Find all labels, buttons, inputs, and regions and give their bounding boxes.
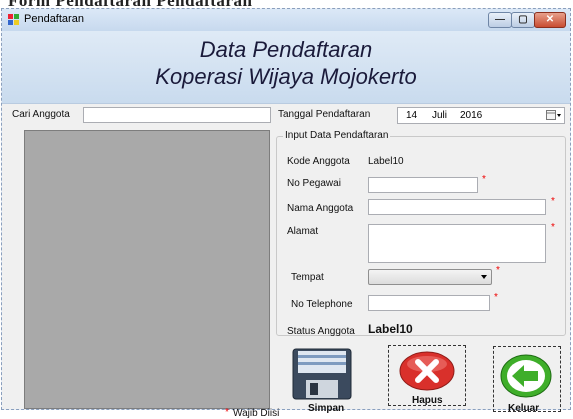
required-mark: *	[494, 292, 498, 303]
delete-x-icon	[399, 351, 455, 391]
simpan-button[interactable]: Simpan	[288, 344, 356, 414]
save-disk-icon	[292, 348, 352, 400]
simpan-label: Simpan	[308, 403, 345, 414]
members-grid[interactable]	[24, 130, 270, 409]
required-mark: *	[225, 407, 229, 418]
app-icon	[8, 14, 19, 25]
form-body: Cari Anggota Tanggal Pendaftaran 14 Juli…	[2, 104, 570, 419]
date-picker[interactable]: 14 Juli 2016	[397, 107, 565, 124]
status-anggota-value: Label10	[368, 322, 413, 336]
chevron-down-icon	[481, 275, 487, 279]
tempat-label: Tempat	[291, 272, 324, 283]
hapus-button[interactable]: Hapus	[388, 344, 466, 406]
keluar-button[interactable]: Keluar	[491, 344, 561, 414]
telephone-input[interactable]	[368, 295, 490, 311]
status-anggota-label: Status Anggota	[287, 326, 355, 337]
date-day: 14	[406, 110, 418, 121]
kode-anggota-label: Kode Anggota	[287, 156, 350, 167]
date-year: 2016	[460, 110, 483, 121]
header-subtitle: Koperasi Wijaya Mojokerto	[155, 64, 417, 89]
date-month: Juli	[432, 110, 448, 121]
telephone-label: No Telephone	[291, 299, 353, 310]
search-label: Cari Anggota	[12, 109, 70, 120]
alamat-label: Alamat	[287, 226, 319, 237]
required-mark: *	[551, 196, 555, 207]
required-mark: *	[551, 222, 555, 233]
form-header: Data Pendaftaran Koperasi Wijaya Mojoker…	[2, 31, 570, 104]
close-button[interactable]: ✕	[534, 12, 566, 28]
required-note: Wajib Diisi	[233, 408, 280, 419]
app-window: Pendaftaran — ▢ ✕ Data Pendaftaran Koper…	[1, 8, 571, 419]
minimize-button[interactable]: —	[488, 12, 512, 28]
title-bar: Pendaftaran — ▢ ✕	[2, 9, 570, 32]
search-input[interactable]	[83, 107, 271, 123]
keluar-label: Keluar	[508, 403, 540, 414]
no-pegawai-input[interactable]	[368, 177, 478, 193]
no-pegawai-label: No Pegawai	[287, 178, 341, 189]
tempat-select[interactable]	[368, 269, 492, 285]
window-title: Pendaftaran	[24, 13, 84, 25]
header-title: Data Pendaftaran	[199, 37, 373, 62]
required-mark: *	[482, 174, 486, 185]
hapus-label: Hapus	[412, 395, 443, 406]
group-title: Input Data Pendaftaran	[283, 130, 391, 141]
maximize-button[interactable]: ▢	[511, 12, 535, 28]
back-arrow-icon	[500, 354, 552, 398]
alamat-textarea[interactable]	[368, 224, 546, 263]
date-label: Tanggal Pendaftaran	[278, 109, 371, 120]
kode-anggota-value: Label10	[368, 156, 404, 167]
nama-anggota-label: Nama Anggota	[287, 203, 354, 214]
required-mark: *	[496, 265, 500, 276]
calendar-dropdown-icon[interactable]	[546, 110, 562, 121]
nama-anggota-input[interactable]	[368, 199, 546, 215]
